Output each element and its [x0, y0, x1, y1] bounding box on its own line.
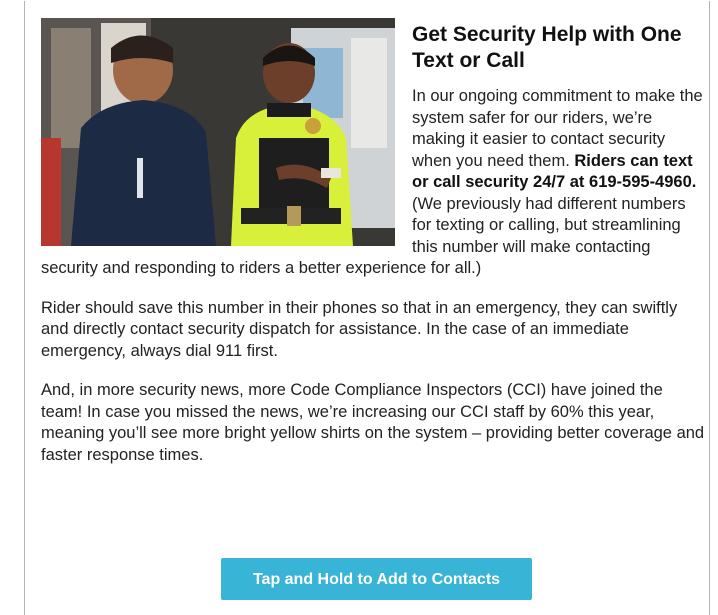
save-number-paragraph: Rider should save this number in their p…	[41, 298, 678, 360]
email-page: Get Security Help with One Text or Call …	[0, 0, 718, 615]
cta-container: Tap and Hold to Add to Contacts	[221, 558, 532, 600]
security-officer-photo	[41, 18, 395, 246]
photo-illustration	[41, 18, 395, 246]
cci-news-paragraph: And, in more security news, more Code Co…	[41, 381, 705, 464]
article: Get Security Help with One Text or Call …	[41, 18, 707, 484]
add-to-contacts-button[interactable]: Tap and Hold to Add to Contacts	[221, 558, 532, 600]
